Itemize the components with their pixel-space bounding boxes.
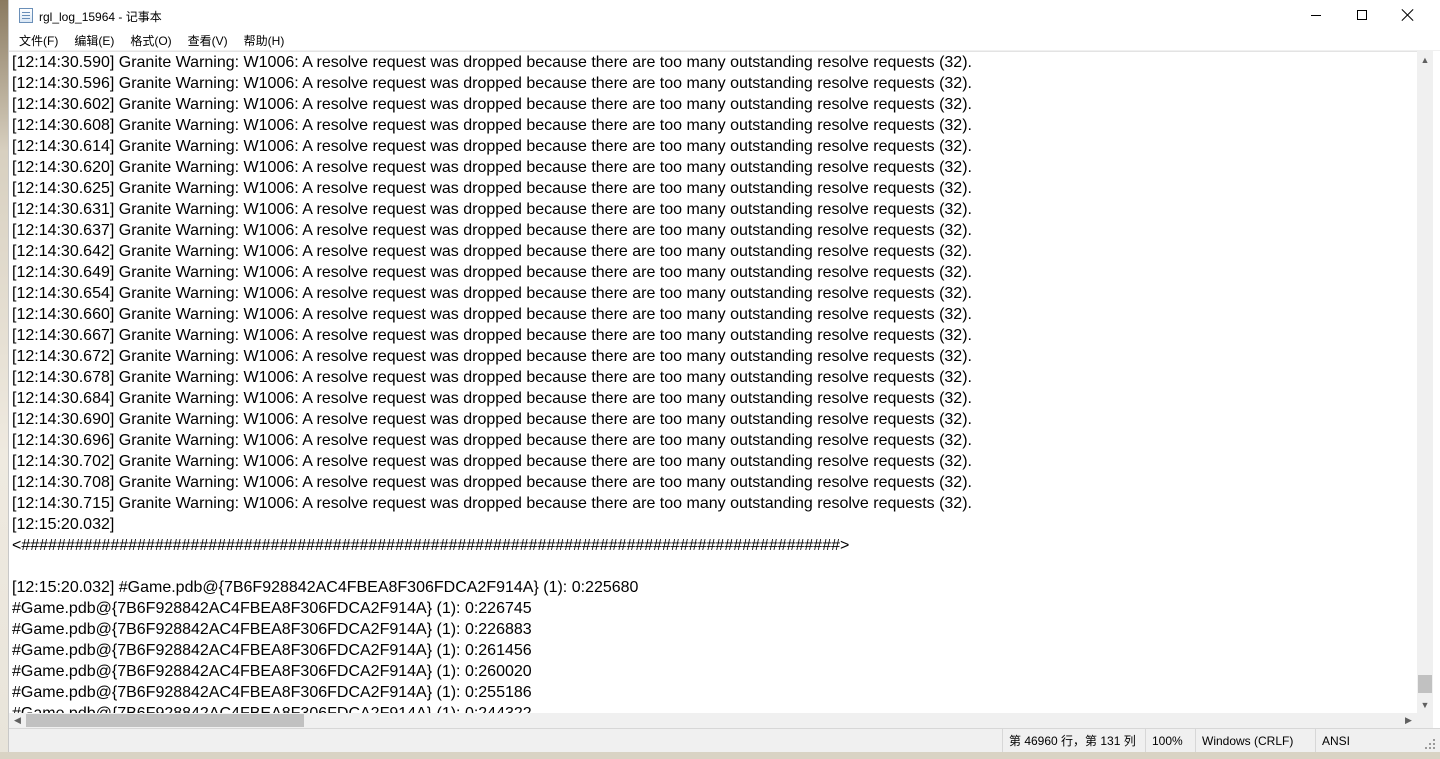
text-line: [12:14:30.660] Granite Warning: W1006: A… bbox=[12, 306, 972, 323]
horizontal-scrollbar[interactable]: ◀ ▶ bbox=[9, 713, 1417, 728]
scroll-right-icon[interactable]: ▶ bbox=[1400, 713, 1417, 728]
menu-help[interactable]: 帮助(H) bbox=[238, 32, 291, 49]
maximize-icon bbox=[1357, 10, 1367, 20]
text-editor[interactable]: [12:14:30.590] Granite Warning: W1006: A… bbox=[9, 51, 1417, 713]
scroll-left-icon[interactable]: ◀ bbox=[9, 713, 26, 728]
menu-file[interactable]: 文件(F) bbox=[13, 32, 64, 49]
text-line: [12:14:30.649] Granite Warning: W1006: A… bbox=[12, 264, 972, 281]
text-line: #Game.pdb@{7B6F928842AC4FBEA8F306FDCA2F9… bbox=[12, 684, 532, 701]
text-line: [12:15:20.032] bbox=[12, 516, 115, 533]
status-zoom: 100% bbox=[1145, 729, 1195, 752]
text-line: [12:14:30.620] Granite Warning: W1006: A… bbox=[12, 159, 972, 176]
text-line: <#######################################… bbox=[12, 537, 850, 554]
text-line: #Game.pdb@{7B6F928842AC4FBEA8F306FDCA2F9… bbox=[12, 621, 532, 638]
status-encoding: ANSI bbox=[1315, 729, 1425, 752]
text-line: [12:14:30.625] Granite Warning: W1006: A… bbox=[12, 180, 972, 197]
window-title: rgl_log_15964 - 记事本 bbox=[39, 10, 162, 24]
desktop-background bbox=[0, 0, 8, 759]
text-line: [12:14:30.667] Granite Warning: W1006: A… bbox=[12, 327, 972, 344]
text-line: [12:14:30.715] Granite Warning: W1006: A… bbox=[12, 495, 972, 512]
title-bar[interactable]: rgl_log_15964 - 记事本 bbox=[9, 0, 1440, 30]
text-line: [12:14:30.602] Granite Warning: W1006: A… bbox=[12, 96, 972, 113]
maximize-button[interactable] bbox=[1339, 0, 1385, 30]
vertical-scrollbar[interactable]: ▲ ▼ bbox=[1417, 51, 1433, 713]
text-line: #Game.pdb@{7B6F928842AC4FBEA8F306FDCA2F9… bbox=[12, 642, 532, 659]
notepad-window: rgl_log_15964 - 记事本 文件(F) 编辑(E) 格式(O) 查看… bbox=[8, 0, 1440, 752]
menu-bar: 文件(F) 编辑(E) 格式(O) 查看(V) 帮助(H) bbox=[9, 30, 1440, 50]
text-line: [12:14:30.708] Granite Warning: W1006: A… bbox=[12, 474, 972, 491]
minimize-button[interactable] bbox=[1293, 0, 1339, 30]
notepad-icon[interactable] bbox=[19, 8, 33, 23]
text-line: [12:14:30.637] Granite Warning: W1006: A… bbox=[12, 222, 972, 239]
text-line: [12:14:30.654] Granite Warning: W1006: A… bbox=[12, 285, 972, 302]
text-line: [12:14:30.678] Granite Warning: W1006: A… bbox=[12, 369, 972, 386]
minimize-icon bbox=[1311, 14, 1321, 16]
vertical-scroll-thumb[interactable] bbox=[1418, 675, 1432, 693]
text-line: [12:14:30.608] Granite Warning: W1006: A… bbox=[12, 117, 972, 134]
menu-view[interactable]: 查看(V) bbox=[182, 32, 234, 49]
text-line: [12:14:30.702] Granite Warning: W1006: A… bbox=[12, 453, 972, 470]
text-line: [12:14:30.684] Granite Warning: W1006: A… bbox=[12, 390, 972, 407]
text-line: [12:14:30.696] Granite Warning: W1006: A… bbox=[12, 432, 972, 449]
text-line: [12:14:30.690] Granite Warning: W1006: A… bbox=[12, 411, 972, 428]
horizontal-scroll-thumb[interactable] bbox=[26, 714, 304, 727]
desktop-background-bottom bbox=[0, 752, 1440, 759]
text-line: [12:14:30.590] Granite Warning: W1006: A… bbox=[12, 54, 972, 71]
status-bar: 第 46960 行，第 131 列 100% Windows (CRLF) AN… bbox=[9, 728, 1440, 752]
resize-grip-icon[interactable] bbox=[1425, 739, 1437, 751]
text-line: #Game.pdb@{7B6F928842AC4FBEA8F306FDCA2F9… bbox=[12, 703, 532, 713]
scrollbar-corner bbox=[1417, 713, 1433, 728]
text-line: [12:14:30.672] Granite Warning: W1006: A… bbox=[12, 348, 972, 365]
text-line: [12:14:30.631] Granite Warning: W1006: A… bbox=[12, 201, 972, 218]
text-line: #Game.pdb@{7B6F928842AC4FBEA8F306FDCA2F9… bbox=[12, 600, 532, 617]
text-line: #Game.pdb@{7B6F928842AC4FBEA8F306FDCA2F9… bbox=[12, 663, 532, 680]
menu-format[interactable]: 格式(O) bbox=[124, 32, 177, 49]
close-icon bbox=[1402, 9, 1414, 21]
text-line: [12:14:30.596] Granite Warning: W1006: A… bbox=[12, 75, 972, 92]
scroll-down-icon[interactable]: ▼ bbox=[1417, 696, 1433, 713]
text-line: [12:14:30.614] Granite Warning: W1006: A… bbox=[12, 138, 972, 155]
status-cursor-position: 第 46960 行，第 131 列 bbox=[1002, 729, 1145, 752]
scroll-up-icon[interactable]: ▲ bbox=[1417, 51, 1433, 68]
status-line-ending: Windows (CRLF) bbox=[1195, 729, 1315, 752]
text-line: [12:14:30.642] Granite Warning: W1006: A… bbox=[12, 243, 972, 260]
text-line: [12:15:20.032] #Game.pdb@{7B6F928842AC4F… bbox=[12, 579, 639, 596]
close-button[interactable] bbox=[1385, 0, 1431, 30]
menu-edit[interactable]: 编辑(E) bbox=[68, 32, 120, 49]
